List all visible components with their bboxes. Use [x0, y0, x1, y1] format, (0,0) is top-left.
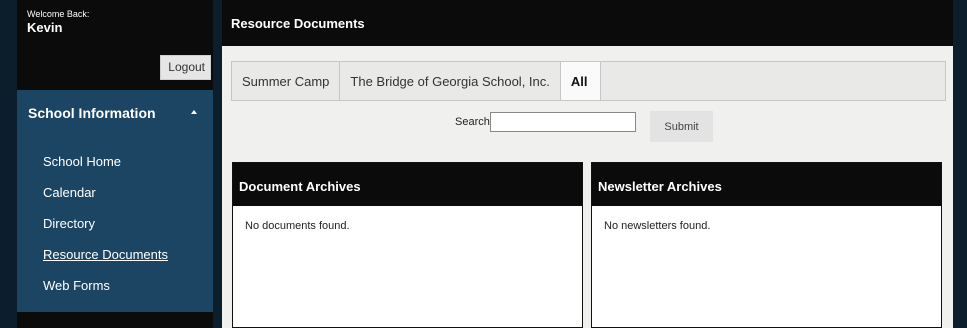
tab-summer-camp[interactable]: Summer Camp	[232, 62, 341, 100]
sidebar-item-directory[interactable]: Directory	[17, 216, 213, 247]
sidebar-item-school-home[interactable]: School Home	[17, 154, 213, 185]
newsletter-archives-message: No newsletters found.	[604, 220, 711, 232]
section-toggle[interactable]: School Information	[17, 90, 213, 136]
document-archives-panel: Document Archives No documents found.	[232, 162, 583, 328]
section-title: School Information	[28, 105, 156, 121]
search-row: Search: Submit	[222, 111, 953, 143]
sidebar-item-label: Web Forms	[43, 278, 110, 293]
tab-bridge-of-georgia[interactable]: The Bridge of Georgia School, Inc.	[340, 62, 561, 100]
document-archives-title: Document Archives	[233, 163, 582, 206]
logout-button[interactable]: Logout	[160, 55, 211, 80]
document-archives-message: No documents found.	[245, 220, 350, 232]
sidebar: Welcome Back: Kevin Logout School Inform…	[17, 0, 213, 328]
search-label: Search:	[455, 116, 493, 128]
category-tabs: Summer Camp The Bridge of Georgia School…	[231, 61, 946, 101]
submit-button[interactable]: Submit	[650, 111, 713, 142]
page-title: Resource Documents	[222, 0, 953, 46]
welcome-label: Welcome Back:	[27, 9, 90, 19]
sidebar-item-web-forms[interactable]: Web Forms	[17, 278, 213, 309]
search-input[interactable]	[490, 112, 636, 132]
sidebar-item-label: School Home	[43, 154, 122, 169]
tab-all[interactable]: All	[560, 62, 601, 100]
sidebar-footer	[17, 312, 213, 328]
sidebar-item-label: Resource Documents	[43, 247, 168, 262]
newsletter-archives-title: Newsletter Archives	[592, 163, 941, 206]
sidebar-nav: School Home Calendar Directory Resource …	[17, 136, 213, 309]
sidebar-item-label: Calendar	[43, 185, 96, 200]
welcome-block: Welcome Back: Kevin	[17, 0, 213, 35]
newsletter-archives-panel: Newsletter Archives No newsletters found…	[591, 162, 942, 328]
sidebar-item-label: Directory	[43, 216, 96, 231]
sidebar-item-resource-documents[interactable]: Resource Documents	[17, 247, 213, 278]
school-information-section: School Information School Home Calendar …	[17, 90, 213, 312]
caret-up-icon	[191, 110, 197, 114]
main-content: Resource Documents Summer Camp The Bridg…	[222, 0, 953, 328]
sidebar-item-calendar[interactable]: Calendar	[17, 185, 213, 216]
user-name: Kevin	[27, 20, 63, 35]
page: Welcome Back: Kevin Logout School Inform…	[0, 0, 967, 328]
